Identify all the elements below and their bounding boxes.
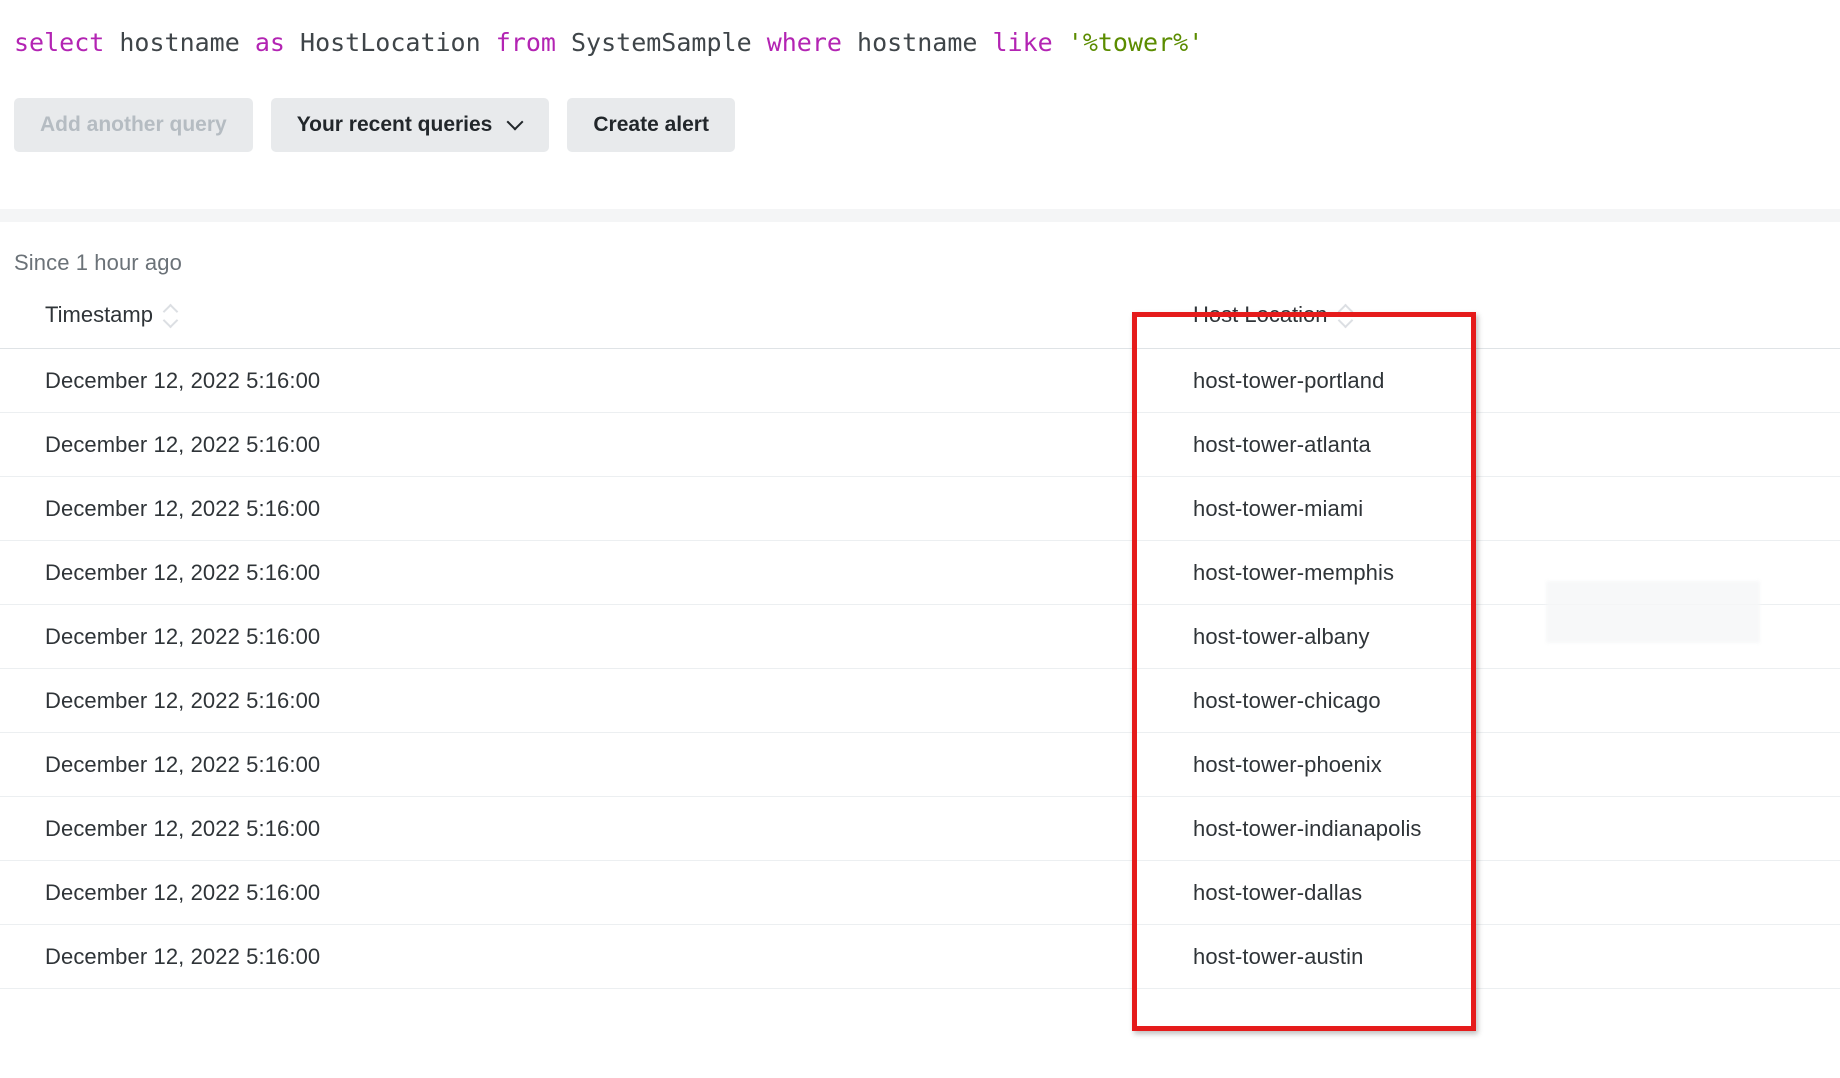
table-row[interactable]: December 12, 2022 5:16:00 host-tower-phoe… — [0, 732, 1840, 797]
results-section: Since 1 hour ago Timestamp Host Location… — [0, 222, 1840, 989]
query-token-keyword: select — [14, 28, 105, 57]
cell-timestamp: December 12, 2022 5:16:00 — [0, 860, 1148, 925]
cell-timestamp: December 12, 2022 5:16:00 — [0, 540, 1148, 605]
cell-timestamp: December 12, 2022 5:16:00 — [0, 924, 1148, 989]
chevron-down-icon — [508, 115, 523, 130]
cell-timestamp: December 12, 2022 5:16:00 — [0, 604, 1148, 669]
query-text[interactable]: select hostname as HostLocation from Sys… — [14, 26, 1826, 60]
query-token-keyword: like — [992, 28, 1053, 57]
query-token-keyword: as — [254, 28, 285, 57]
sort-icon[interactable] — [1339, 305, 1352, 327]
table-header-row: Timestamp Host Location — [0, 302, 1840, 349]
query-token-identifier: hostname — [857, 28, 978, 57]
column-header-timestamp[interactable]: Timestamp — [0, 302, 1148, 349]
query-results-page: select hostname as HostLocation from Sys… — [0, 0, 1840, 1078]
cell-timestamp: December 12, 2022 5:16:00 — [0, 476, 1148, 541]
add-another-query-button[interactable]: Add another query — [14, 98, 253, 152]
results-table-body: December 12, 2022 5:16:00 host-tower-port… — [0, 348, 1840, 989]
table-row[interactable]: December 12, 2022 5:16:00 host-tower-chic… — [0, 668, 1840, 733]
cell-host-location: host-tower-portland — [1148, 348, 1840, 413]
query-token-identifier: hostname — [119, 28, 240, 57]
table-row[interactable]: December 12, 2022 5:16:00 host-tower-aust… — [0, 924, 1840, 989]
query-token-space — [240, 28, 255, 57]
cell-timestamp: December 12, 2022 5:16:00 — [0, 796, 1148, 861]
cell-host-location: host-tower-dallas — [1148, 860, 1840, 925]
query-editor[interactable]: select hostname as HostLocation from Sys… — [0, 0, 1840, 82]
section-divider — [0, 209, 1840, 222]
recent-queries-label: Your recent queries — [296, 113, 493, 136]
query-token-space — [104, 28, 119, 57]
query-token-string: '%tower%' — [1067, 28, 1204, 57]
query-token-space — [752, 28, 767, 57]
create-alert-button[interactable]: Create alert — [567, 98, 735, 152]
query-token-space — [285, 28, 300, 57]
query-token-identifier: SystemSample — [571, 28, 752, 57]
query-token-space — [481, 28, 496, 57]
cell-host-location: host-tower-atlanta — [1148, 412, 1840, 477]
query-token-space — [1053, 28, 1068, 57]
table-row[interactable]: December 12, 2022 5:16:00 host-tower-atla… — [0, 412, 1840, 477]
cell-timestamp: December 12, 2022 5:16:00 — [0, 412, 1148, 477]
query-token-identifier: HostLocation — [300, 28, 481, 57]
table-row[interactable]: December 12, 2022 5:16:00 host-tower-memp… — [0, 540, 1840, 605]
column-header-host-location[interactable]: Host Location — [1148, 302, 1840, 349]
cell-timestamp: December 12, 2022 5:16:00 — [0, 668, 1148, 733]
sort-icon[interactable] — [164, 305, 177, 327]
query-token-space — [842, 28, 857, 57]
results-table: Timestamp Host Location December 12, 202… — [0, 302, 1840, 989]
table-row[interactable]: December 12, 2022 5:16:00 host-tower-alba… — [0, 604, 1840, 669]
cell-host-location: host-tower-chicago — [1148, 668, 1840, 733]
cell-timestamp: December 12, 2022 5:16:00 — [0, 732, 1148, 797]
column-header-host-location-label: Host Location — [1193, 302, 1328, 327]
add-another-query-label: Add another query — [40, 113, 227, 136]
cell-host-location: host-tower-memphis — [1148, 540, 1840, 605]
table-row[interactable]: December 12, 2022 5:16:00 host-tower-miam… — [0, 476, 1840, 541]
query-toolbar: Add another query Your recent queries Cr… — [0, 82, 1840, 168]
cell-host-location: host-tower-austin — [1148, 924, 1840, 989]
table-row[interactable]: December 12, 2022 5:16:00 host-tower-port… — [0, 348, 1840, 413]
cell-host-location: host-tower-phoenix — [1148, 732, 1840, 797]
cell-host-location: host-tower-albany — [1148, 604, 1840, 669]
table-row[interactable]: December 12, 2022 5:16:00 host-tower-indi… — [0, 796, 1840, 861]
table-row[interactable]: December 12, 2022 5:16:00 host-tower-dall… — [0, 860, 1840, 925]
results-table-head: Timestamp Host Location — [0, 302, 1840, 349]
cell-host-location: host-tower-miami — [1148, 476, 1840, 541]
query-token-keyword: from — [495, 28, 556, 57]
query-token-space — [977, 28, 992, 57]
cell-timestamp: December 12, 2022 5:16:00 — [0, 348, 1148, 413]
column-header-timestamp-label: Timestamp — [45, 302, 153, 327]
query-token-keyword: where — [766, 28, 842, 57]
query-token-space — [556, 28, 571, 57]
create-alert-label: Create alert — [593, 113, 709, 136]
cell-host-location: host-tower-indianapolis — [1148, 796, 1840, 861]
time-range-label: Since 1 hour ago — [14, 250, 182, 275]
recent-queries-button[interactable]: Your recent queries — [270, 98, 550, 152]
